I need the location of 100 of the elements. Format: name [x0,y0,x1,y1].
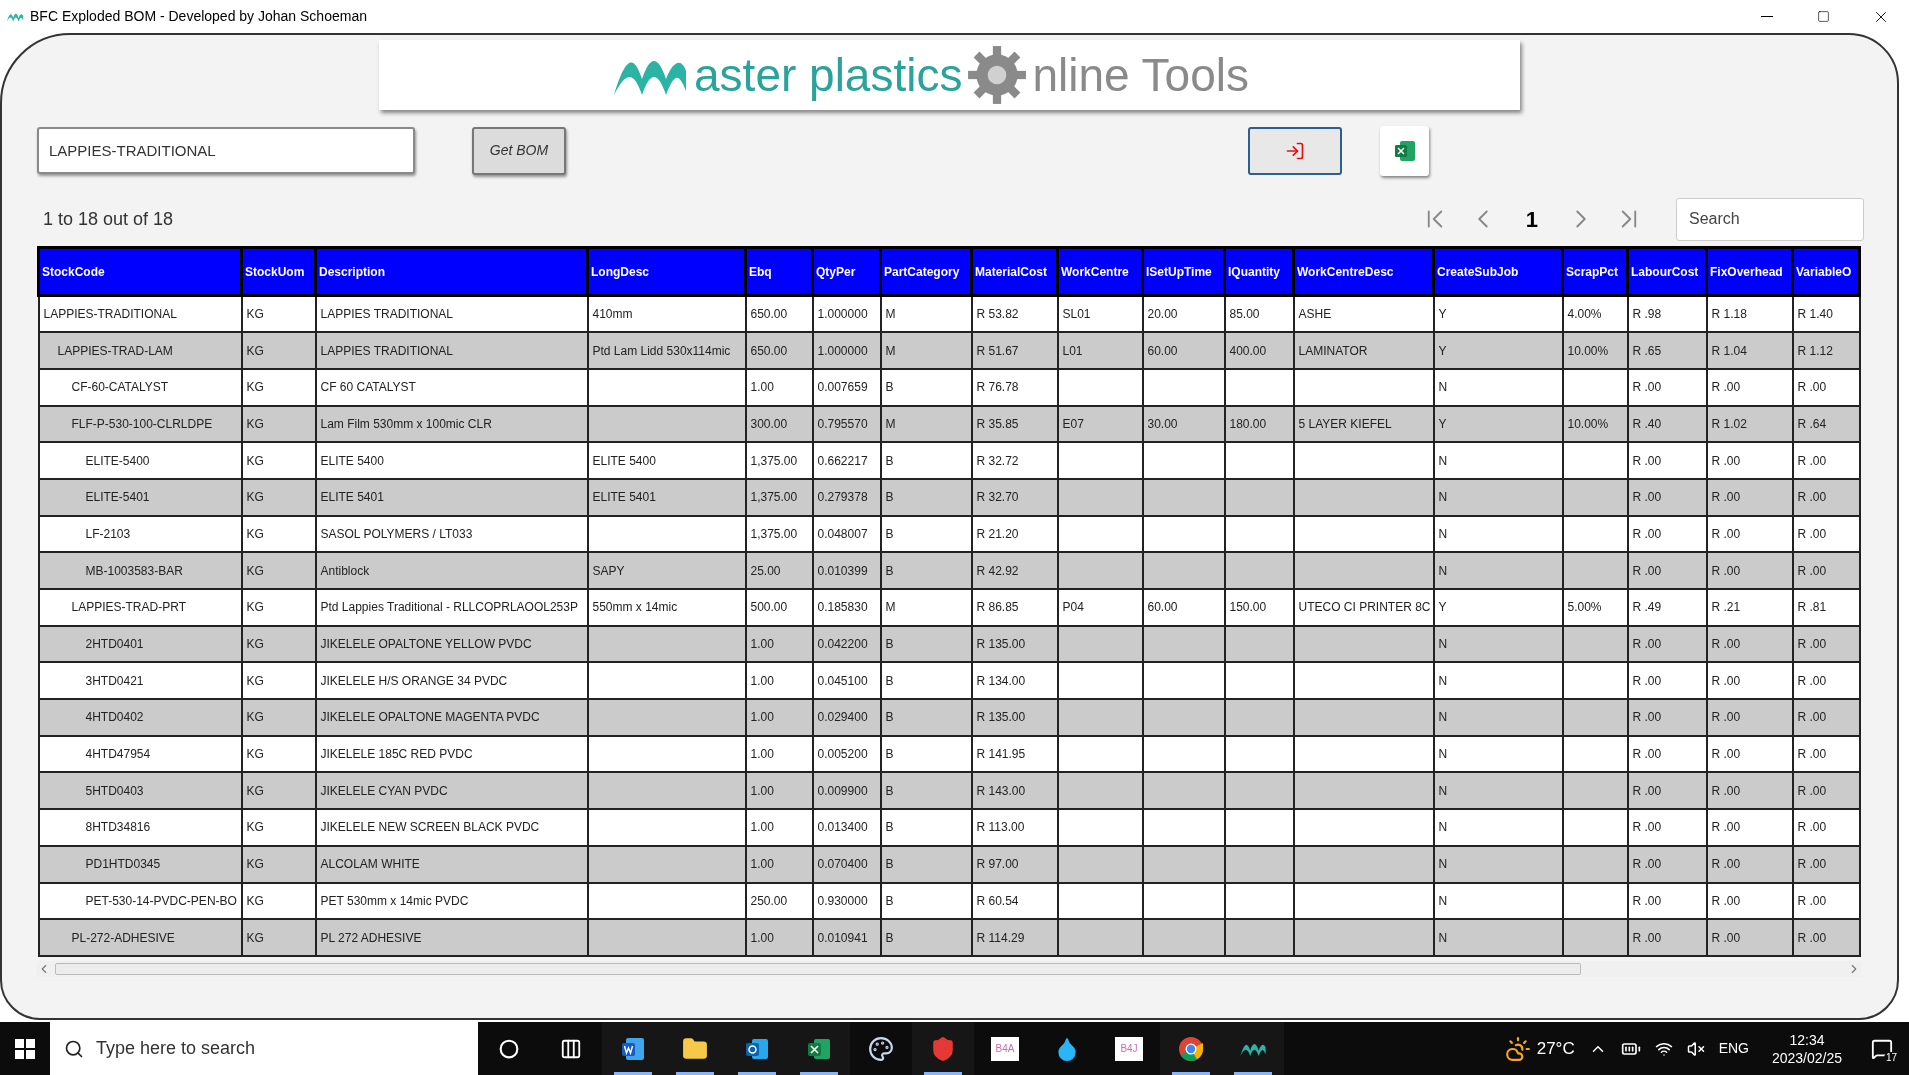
get-bom-button[interactable]: Get BOM [472,126,566,175]
table-cell: 1.00 [750,783,774,798]
temperature[interactable]: 27°C [1536,1035,1575,1062]
taskbar-app-button[interactable] [1222,1022,1284,1075]
column-header[interactable]: Ebq [745,247,813,296]
table-cell: 1.00 [750,380,774,395]
table-cell: Y [1438,307,1447,322]
table-cell: KG [246,453,264,468]
table-cell: R .00 [1797,637,1827,652]
column-header[interactable]: StockCode [38,247,242,296]
column-header[interactable]: CreateSubJob [1433,247,1563,296]
task-view-icon[interactable] [560,1037,582,1060]
folder-icon[interactable] [682,1035,708,1062]
stock-code-cell-text: MB-1003583-BAR [84,563,183,578]
table-cell: 30.00 [1147,416,1178,431]
column-header[interactable]: Description [315,247,588,296]
table-cell: R .00 [1632,637,1662,652]
table-cell: SASOL POLYMERS / LT033 [320,526,473,541]
exit-button[interactable] [1248,126,1342,175]
table-cell: R .00 [1632,783,1662,798]
table-cell: ELITE 5401 [592,490,656,505]
table-cell: B [885,563,894,578]
table-cell: R 60.54 [976,893,1019,908]
column-header[interactable]: LongDesc [587,247,746,296]
table-cell: R .40 [1632,416,1662,431]
logo-text: nline Tools [1032,52,1249,98]
clock-time[interactable]: 12:34 [1789,1030,1825,1049]
table-cell: KG [246,930,264,945]
table-cell: 60.00 [1147,343,1178,358]
table-cell: L01 [1062,343,1083,358]
table-cell: R .00 [1632,930,1662,945]
column-header[interactable]: LabourCost [1627,247,1707,296]
word-icon[interactable] [620,1035,646,1062]
table-cell: N [1438,490,1448,505]
column-header[interactable]: IQuantity [1224,247,1294,296]
table-cell: R .00 [1632,820,1662,835]
table-cell: R 1.04 [1711,343,1747,358]
table-cell: M [885,416,896,431]
table-cell: M [885,343,896,358]
taskbar-app-button[interactable] [788,1022,850,1075]
column-header[interactable]: FixOverhead [1706,247,1793,296]
search-field[interactable]: Search [1676,197,1864,241]
stock-code-cell-text: FLF-P-530-100-CLRLDPE [70,416,213,431]
palette-icon[interactable] [868,1035,894,1062]
running-indicator [924,1072,962,1075]
table-cell: R .00 [1797,857,1827,872]
stock-code-field[interactable]: LAPPIES-TRADITIONAL [37,127,415,174]
muted-volume-icon[interactable] [1686,1039,1705,1058]
table-cell: KG [246,600,264,615]
table-cell: R .00 [1797,563,1827,578]
taskbar-app-button[interactable] [602,1022,664,1075]
running-indicator [800,1072,838,1075]
browser-icon[interactable] [1178,1035,1204,1062]
column-header[interactable]: ISetUpTime [1142,247,1225,296]
column-header[interactable]: StockUom [241,247,316,296]
table-cell: B [885,930,894,945]
table-cell: 1.00 [750,930,774,945]
table-cell: 1.000000 [817,307,868,322]
table-cell: R 1.12 [1797,343,1833,358]
table-cell: R .00 [1797,453,1827,468]
column-header[interactable]: ScrapPct [1562,247,1628,296]
table-cell: SL01 [1062,307,1091,322]
table-cell: 1.00 [750,673,774,688]
table-cell: B [885,857,894,872]
table-cell: 650.00 [750,307,788,322]
table-cell: R .00 [1711,490,1741,505]
table-cell: JIKELELE 185C RED PVDC [320,747,473,762]
column-header[interactable]: QtyPer [812,247,881,296]
windows-start-icon[interactable] [15,1038,35,1059]
weather-icon[interactable] [1504,1035,1531,1062]
table-cell: 25.00 [750,563,781,578]
table-cell: R 135.00 [976,710,1026,725]
table-cell: Ptd Lam Lidd 530x114mic [592,343,731,358]
stock-code-cell-text: 8HTD34816 [84,820,151,835]
taskbar-app-button[interactable] [912,1022,974,1075]
column-header[interactable]: PartCategory [880,247,972,296]
table-cell: R .00 [1711,380,1741,395]
table-cell: R .00 [1711,783,1741,798]
table-cell: 0.048007 [817,526,868,541]
notification-count: 17 [1883,1051,1899,1064]
taskbar-app-button[interactable] [1160,1022,1222,1075]
excel-export-button[interactable] [1380,125,1429,176]
column-header[interactable]: VariableO [1792,247,1860,296]
table-cell: 1.00 [750,710,774,725]
clock-date[interactable]: 2023/02/25 [1771,1048,1843,1067]
table-cell: R .00 [1632,453,1662,468]
table-cell: R .00 [1711,820,1741,835]
table-cell: 250.00 [750,893,788,908]
table-cell: R 1.18 [1711,307,1747,322]
table-cell: 300.00 [750,416,788,431]
table-cell: R 114.29 [976,930,1025,945]
column-header[interactable]: MaterialCost [971,247,1058,296]
cortana-icon[interactable] [499,1038,519,1059]
language-indicator[interactable]: ENG [1718,1038,1749,1059]
taskbar-search-field[interactable]: Type here to search [50,1022,478,1075]
stock-code-cell-text: LAPPIES-TRAD-PRT [70,600,186,615]
table-cell: N [1438,526,1448,541]
column-header[interactable]: WorkCentreDesc [1293,247,1434,296]
column-header[interactable]: WorkCentre [1057,247,1143,296]
shield-icon[interactable] [930,1035,956,1062]
